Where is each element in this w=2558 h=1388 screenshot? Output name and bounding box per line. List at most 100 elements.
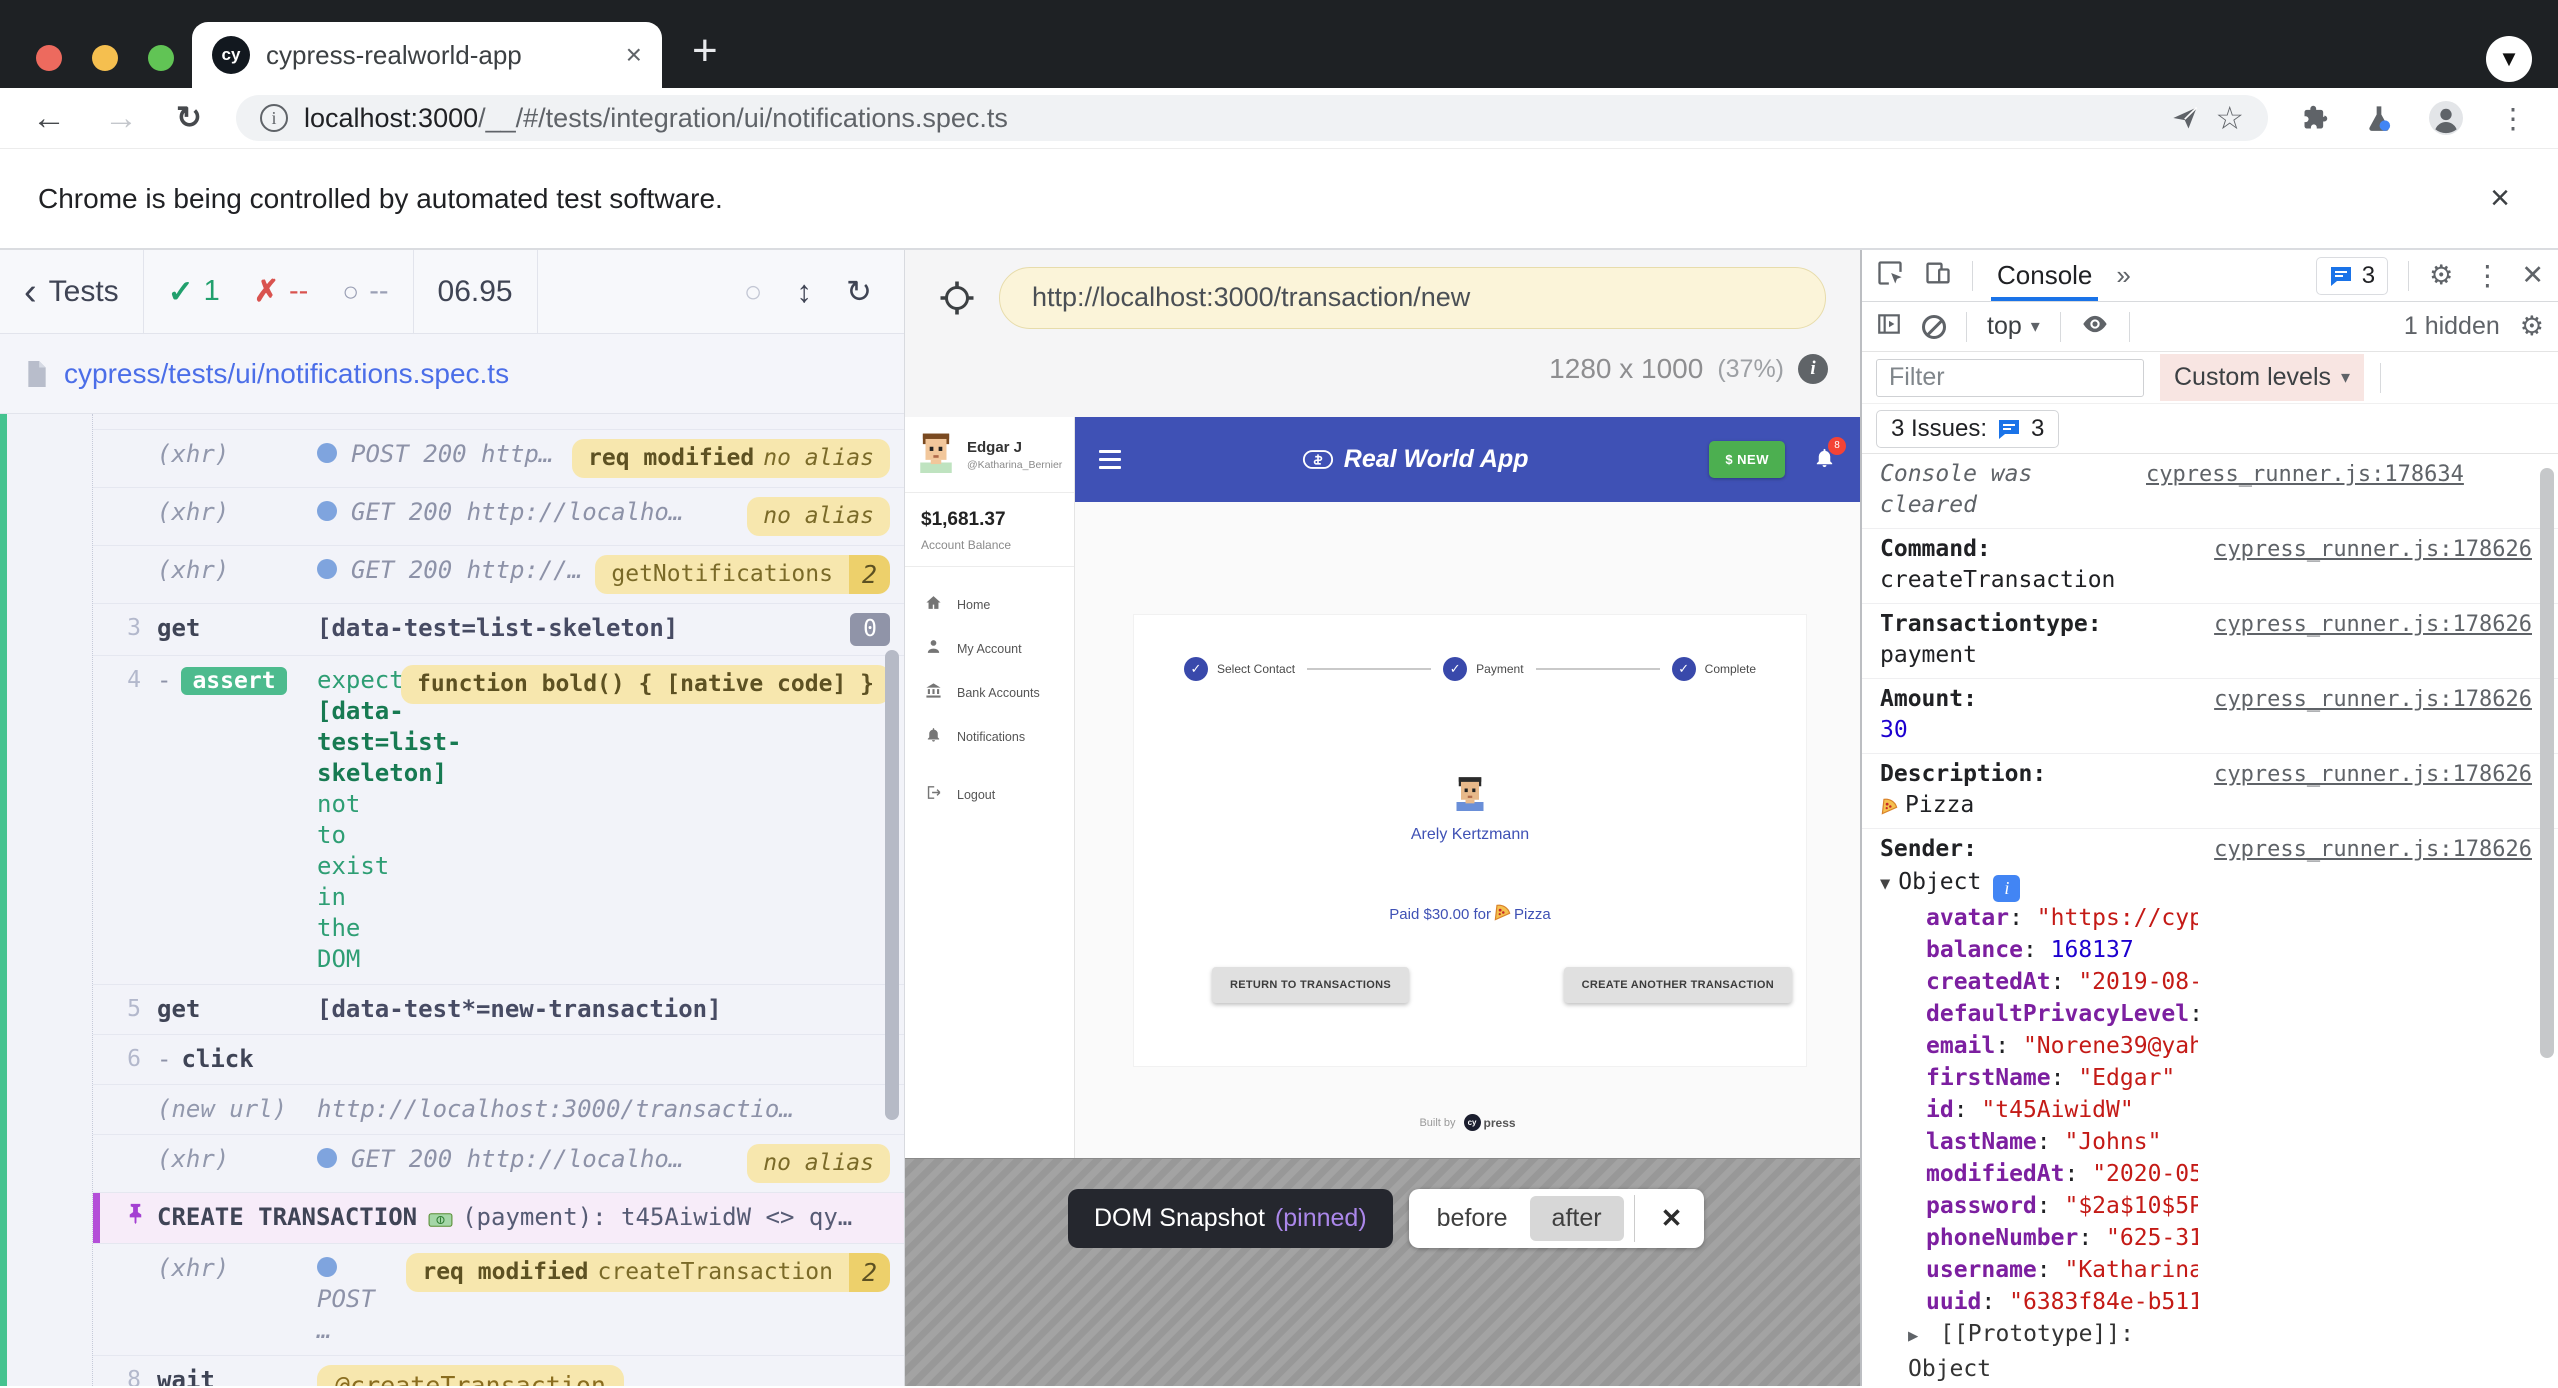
- sidebar-item-my-account[interactable]: My Account: [905, 627, 1074, 671]
- spec-file-link[interactable]: cypress/tests/ui/notifications.spec.ts: [64, 358, 509, 390]
- zoom-window-button[interactable]: [148, 45, 174, 71]
- return-to-transactions-button[interactable]: RETURN TO TRANSACTIONS: [1212, 967, 1409, 1003]
- extensions-puzzle-icon[interactable]: [2288, 104, 2342, 132]
- command-log-row[interactable]: (xhr)POST …req modifiedcreateTransaction…: [93, 1244, 904, 1356]
- command-log-row[interactable]: 8wait@createTransaction: [93, 1356, 904, 1386]
- viewport-indicator-icon[interactable]: ○: [744, 274, 763, 310]
- filter-input[interactable]: [1876, 359, 2144, 397]
- source-link[interactable]: cypress_runner.js:178634: [2146, 459, 2464, 490]
- source-link[interactable]: cypress_runner.js:178626: [2214, 609, 2532, 640]
- minimize-window-button[interactable]: [92, 45, 118, 71]
- devtools-close-icon[interactable]: ✕: [2521, 260, 2544, 291]
- console-message[interactable]: Amount:30cypress_runner.js:178626: [1862, 679, 2558, 754]
- source-link[interactable]: cypress_runner.js:178626: [2214, 834, 2532, 865]
- close-window-button[interactable]: [36, 45, 62, 71]
- sidebar-item-label: Logout: [957, 788, 995, 802]
- source-link[interactable]: cypress_runner.js:178626: [2214, 759, 2532, 790]
- more-tabs-icon[interactable]: »: [2116, 260, 2130, 291]
- stat-pending[interactable]: ○--: [342, 275, 388, 308]
- devtools-settings-icon[interactable]: ⚙: [2429, 260, 2453, 291]
- object-property: uuid: "6383f84e-b511-44c5-a835-3ece1d78……: [1880, 1286, 2198, 1318]
- device-toolbar-icon[interactable]: [1924, 259, 1952, 292]
- forward-icon[interactable]: →: [90, 99, 152, 138]
- sidebar-item-bank-accounts[interactable]: Bank Accounts: [905, 671, 1074, 715]
- devtools-scrollbar[interactable]: [2540, 468, 2554, 1058]
- command-log-row[interactable]: 4-assertexpected [data-test=list-skeleto…: [93, 656, 904, 985]
- aut-address[interactable]: http://localhost:3000/transaction/new: [999, 267, 1826, 329]
- prototype-row[interactable]: ▶ [[Prototype]]: Object: [1880, 1318, 2198, 1386]
- object-preview[interactable]: ▼Objecti: [1880, 867, 2198, 902]
- command-log-row[interactable]: CREATE TRANSACTION(payment): t45AiwidW <…: [93, 1193, 904, 1244]
- console-message[interactable]: Sender:▼Objectiavatar: "https://cypress-…: [1862, 829, 2558, 1386]
- create-another-transaction-button[interactable]: CREATE ANOTHER TRANSACTION: [1564, 967, 1792, 1003]
- profile-avatar[interactable]: [2416, 101, 2476, 135]
- source-link[interactable]: cypress_runner.js:178626: [2214, 684, 2532, 715]
- route-badge: req modifiedcreateTransaction2: [406, 1253, 890, 1292]
- selector-playground-icon[interactable]: [939, 280, 975, 316]
- command-log-row[interactable]: (xhr)POST 200 http…req modifiedno alias: [93, 430, 904, 488]
- bookmark-star-icon[interactable]: ☆: [2215, 99, 2244, 137]
- console-message[interactable]: Transactiontype:paymentcypress_runner.js…: [1862, 604, 2558, 679]
- source-link[interactable]: cypress_runner.js:178626: [2214, 534, 2532, 565]
- event-text: POST 200 http…: [351, 440, 553, 468]
- tab-close-icon[interactable]: ×: [626, 39, 642, 71]
- new-transaction-button[interactable]: $ NEW: [1709, 441, 1785, 478]
- issues-counter[interactable]: 3: [2316, 257, 2388, 295]
- tab-console[interactable]: Console: [1993, 250, 2096, 301]
- clear-console-icon[interactable]: [1922, 315, 1946, 339]
- send-to-device-icon[interactable]: [2171, 104, 2199, 132]
- console-message[interactable]: Command:createTransactioncypress_runner.…: [1862, 529, 2558, 604]
- app-logo[interactable]: Real World App: [1121, 445, 1709, 474]
- rerun-tests-icon[interactable]: ↻: [846, 274, 872, 310]
- command-log-row[interactable]: 3get[data-test=list-skeleton]0: [93, 604, 904, 656]
- command-log-row[interactable]: (xhr)GET 200 http://…getNotifications2: [93, 546, 904, 604]
- browser-menu-icon[interactable]: ⋮: [2486, 102, 2540, 135]
- console-sidebar-icon[interactable]: [1876, 311, 1902, 342]
- experiment-flask-icon[interactable]: [2352, 104, 2406, 132]
- banner-close-icon[interactable]: ×: [2480, 179, 2520, 218]
- reload-icon[interactable]: ↻: [162, 100, 216, 136]
- info-badge-icon[interactable]: i: [1993, 875, 2020, 902]
- viewport-info-icon[interactable]: i: [1798, 354, 1828, 384]
- command-log-row[interactable]: (new url)http://localhost:3000/transacti…: [93, 1085, 904, 1135]
- command-log-row[interactable]: [93, 414, 904, 430]
- command-log-row[interactable]: (xhr)GET 200 http://localho…no alias: [93, 1135, 904, 1193]
- reporter-scrollbar[interactable]: [885, 650, 899, 1120]
- tab-search-button[interactable]: ▼: [2486, 36, 2532, 82]
- command-log-row[interactable]: 6-click: [93, 1035, 904, 1085]
- menu-hamburger-icon[interactable]: [1099, 450, 1121, 469]
- address-bar[interactable]: i localhost:3000/__/#/tests/integration/…: [236, 95, 2268, 141]
- snapshot-before-button[interactable]: before: [1415, 1196, 1530, 1241]
- back-icon[interactable]: ←: [18, 99, 80, 138]
- console-label: Transactiontype:: [1880, 609, 2198, 640]
- devtools-menu-icon[interactable]: ⋮: [2473, 259, 2501, 292]
- inspect-element-icon[interactable]: [1876, 259, 1904, 292]
- stat-failed[interactable]: ✗--: [254, 274, 308, 309]
- console-message[interactable]: Description:Pizzacypress_runner.js:17862…: [1862, 754, 2558, 829]
- hidden-messages-label[interactable]: 1 hidden: [2404, 312, 2500, 341]
- command-log-row[interactable]: (xhr)GET 200 http://localho…no alias: [93, 488, 904, 546]
- sidebar-item-logout[interactable]: Logout: [905, 773, 1074, 817]
- console-settings-icon[interactable]: ⚙: [2520, 311, 2544, 342]
- issues-pill[interactable]: 3 Issues: 3: [1876, 410, 2059, 448]
- sidebar-item-home[interactable]: Home: [905, 583, 1074, 627]
- new-tab-button[interactable]: +: [692, 26, 718, 76]
- command-log-row[interactable]: 5get[data-test*=new-transaction]: [93, 985, 904, 1035]
- log-levels-dropdown[interactable]: Custom levels▾: [2160, 354, 2364, 401]
- scroll-lock-icon[interactable]: ↕: [797, 274, 813, 310]
- sidebar-item-notifications[interactable]: Notifications: [905, 715, 1074, 759]
- live-expression-eye-icon[interactable]: [2081, 310, 2109, 343]
- context-selector[interactable]: top▾: [1987, 312, 2040, 341]
- site-info-icon[interactable]: i: [260, 104, 288, 132]
- console-messages: Console was clearedcypress_runner.js:178…: [1862, 454, 2558, 1386]
- snapshot-close-icon[interactable]: ✕: [1645, 1195, 1699, 1242]
- snapshot-after-button[interactable]: after: [1530, 1196, 1624, 1241]
- url-text[interactable]: localhost:3000/__/#/tests/integration/ui…: [304, 103, 2155, 134]
- console-message[interactable]: Console was clearedcypress_runner.js:178…: [1862, 454, 2558, 529]
- property-key: password: [1926, 1193, 2037, 1219]
- back-to-tests[interactable]: ‹ Tests: [0, 250, 144, 333]
- stat-passed[interactable]: ✓1: [168, 274, 220, 310]
- notifications-bell[interactable]: 8: [1813, 446, 1836, 474]
- browser-tab[interactable]: cy cypress-realworld-app ×: [192, 22, 662, 88]
- step-complete: ✓Complete: [1672, 657, 1756, 681]
